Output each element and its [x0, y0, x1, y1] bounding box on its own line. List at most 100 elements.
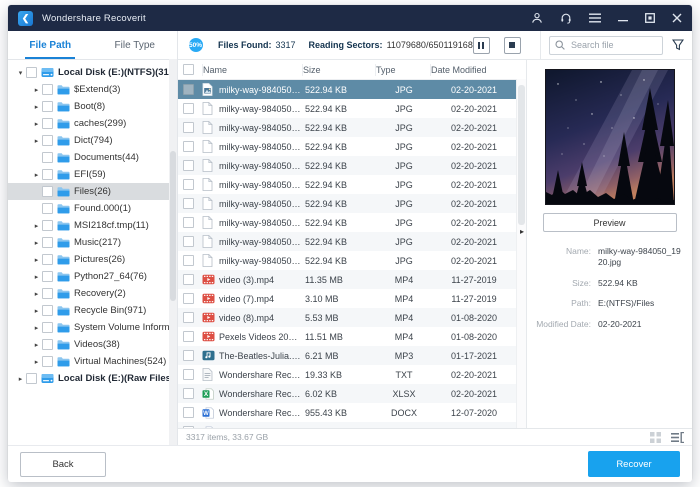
maximize-icon[interactable] [645, 13, 655, 23]
checkbox[interactable] [42, 101, 53, 112]
row-checkbox[interactable] [178, 122, 202, 133]
user-icon[interactable] [531, 12, 543, 24]
table-row-video-7-mp4[interactable]: video (7).mp4 3.10 MB MP4 11-27-2019 [178, 289, 526, 308]
tab-file-type[interactable]: File Type [93, 31, 178, 59]
tree-scrollbar-thumb[interactable] [170, 151, 176, 301]
row-checkbox[interactable] [178, 141, 202, 152]
tree-item-documents-44[interactable]: Documents(44) [8, 149, 177, 166]
close-icon[interactable] [672, 13, 682, 23]
checkbox[interactable] [42, 237, 53, 248]
tree-item-pictures-26[interactable]: ▸ Pictures(26) [8, 251, 177, 268]
tree-item-caches-299[interactable]: ▸ caches(299) [8, 115, 177, 132]
preview-thumbnail[interactable] [544, 69, 675, 205]
column-type[interactable]: Type [376, 63, 431, 76]
row-checkbox[interactable] [178, 407, 202, 418]
table-row-milky-way-984050-1920-copy-7-jpg[interactable]: milky-way-984050_1920 - Copy (7).jpg522.… [178, 213, 526, 232]
row-checkbox[interactable] [178, 255, 202, 266]
row-checkbox[interactable] [178, 217, 202, 228]
column-date-modified[interactable]: Date Modified [431, 64, 517, 76]
table-row-wondershare-recoverit-data-recovery[interactable]: W Wondershare Recoverit Data Recovery ...… [178, 403, 526, 422]
row-checkbox[interactable] [178, 369, 202, 380]
checkbox[interactable] [42, 169, 53, 180]
expand-arrow-icon[interactable]: ▸ [32, 137, 41, 145]
tree-item-found-000-1[interactable]: Found.000(1) [8, 200, 177, 217]
tree-item-boot-8[interactable]: ▸ Boot(8) [8, 98, 177, 115]
table-row-milky-way-984050-1920-copy-5-jpg[interactable]: milky-way-984050_1920 - Copy (5).jpg522.… [178, 175, 526, 194]
table-row-video-3-mp4[interactable]: video (3).mp4 11.35 MB MP4 11-27-2019 [178, 270, 526, 289]
expand-arrow-icon[interactable]: ▸ [32, 358, 41, 366]
table-row-wondershare-recoverit-data-recovery[interactable]: WWondershare Recoverit Data Recovery162 … [178, 422, 526, 428]
expand-arrow-icon[interactable]: ▸ [32, 273, 41, 281]
row-checkbox[interactable] [178, 103, 202, 114]
expand-arrow-icon[interactable]: ▸ [16, 375, 25, 383]
checkbox[interactable] [42, 254, 53, 265]
tree-item-virtual-machines-524[interactable]: ▸ Virtual Machines(524) [8, 353, 177, 370]
tree-item-msi218cf-tmp-11[interactable]: ▸ MSI218cf.tmp(11) [8, 217, 177, 234]
expand-arrow-icon[interactable]: ▸ [32, 256, 41, 264]
expand-arrow-icon[interactable]: ▸ [32, 103, 41, 111]
table-row-milky-way-984050-1920-copy-8-jpg[interactable]: milky-way-984050_1920 - Copy (8).jpg522.… [178, 232, 526, 251]
row-checkbox[interactable] [178, 84, 202, 95]
pause-button[interactable] [472, 36, 490, 54]
table-row-milky-way-984050-1920-copy-9-jpg[interactable]: milky-way-984050_1920 - Copy (9).jpg522.… [178, 251, 526, 270]
row-checkbox[interactable] [178, 350, 202, 361]
tree-item-videos-38[interactable]: ▸ Videos(38) [8, 336, 177, 353]
tree-scrollbar[interactable] [169, 59, 177, 445]
checkbox[interactable] [42, 305, 53, 316]
checkbox[interactable] [42, 203, 53, 214]
panel-collapse-icon[interactable]: ▸ [520, 228, 524, 236]
table-row-video-8-mp4[interactable]: video (8).mp4 5.53 MB MP4 01-08-2020 [178, 308, 526, 327]
table-scrollbar-thumb[interactable] [518, 85, 525, 225]
expand-arrow-icon[interactable]: ▾ [16, 69, 25, 77]
table-row-pexels-videos-2034096-mp4[interactable]: Pexels Videos 2034096.mp411.51 MB MP4 01-0… [178, 327, 526, 346]
tree-item-music-217[interactable]: ▸ Music(217) [8, 234, 177, 251]
checkbox[interactable] [42, 339, 53, 350]
table-row-milky-way-984050-1920-copy-2-jpg[interactable]: milky-way-984050_1920 - Copy (2).jpg522.… [178, 118, 526, 137]
search-input[interactable] [569, 39, 657, 51]
row-checkbox[interactable] [178, 293, 202, 304]
expand-arrow-icon[interactable]: ▸ [32, 290, 41, 298]
table-row-wondershare-recoverit-txt[interactable]: Wondershare Recoverit.txt19.33 KB TXT 02-2… [178, 365, 526, 384]
row-checkbox[interactable] [178, 312, 202, 323]
checkbox[interactable] [42, 220, 53, 231]
table-row-milky-way-984050-1920-copy-6-jpg[interactable]: milky-way-984050_1920 - Copy (6).jpg522.… [178, 194, 526, 213]
checkbox[interactable] [42, 186, 53, 197]
tree-item-local-disk-e-raw-files-163[interactable]: ▸ Local Disk (E:)(Raw Files)(163) [8, 370, 177, 387]
row-checkbox[interactable] [178, 388, 202, 399]
checkbox[interactable] [42, 356, 53, 367]
checkbox[interactable] [42, 135, 53, 146]
checkbox[interactable] [42, 118, 53, 129]
tree-item-python27-64-76[interactable]: ▸ Python27_64(76) [8, 268, 177, 285]
support-icon[interactable] [560, 12, 572, 24]
column-size[interactable]: Size [303, 63, 376, 76]
tree-item-files-26[interactable]: Files(26) [8, 183, 177, 200]
expand-arrow-icon[interactable]: ▸ [32, 341, 41, 349]
column-name[interactable]: Name [203, 63, 303, 76]
tab-file-path[interactable]: File Path [8, 31, 93, 59]
checkbox[interactable] [42, 152, 53, 163]
filter-icon[interactable] [672, 39, 684, 51]
row-checkbox[interactable] [178, 198, 202, 209]
row-checkbox[interactable] [178, 236, 202, 247]
table-scrollbar[interactable] [516, 79, 526, 428]
checkbox[interactable] [42, 322, 53, 333]
tree-item-local-disk-e-ntfs-3154[interactable]: ▾ Local Disk (E:)(NTFS)(3154) [8, 64, 177, 81]
expand-arrow-icon[interactable]: ▸ [32, 324, 41, 332]
table-row-milky-way-984050-1920-copy-jpg[interactable]: milky-way-984050_1920 - Copy.jpg522.94 K… [178, 99, 526, 118]
expand-arrow-icon[interactable]: ▸ [32, 307, 41, 315]
stop-button[interactable] [503, 36, 521, 54]
row-checkbox[interactable] [178, 274, 202, 285]
checkbox[interactable] [42, 271, 53, 282]
back-button[interactable]: Back [20, 451, 106, 477]
tree-item-recovery-2[interactable]: ▸ Recovery(2) [8, 285, 177, 302]
table-row-milky-way-984050-1920-copy-3-jpg[interactable]: milky-way-984050_1920 - Copy (3).jpg522.… [178, 137, 526, 156]
expand-arrow-icon[interactable]: ▸ [32, 222, 41, 230]
menu-icon[interactable] [589, 13, 601, 23]
list-view-icon[interactable] [671, 431, 684, 443]
grid-view-icon[interactable] [650, 431, 661, 443]
row-checkbox[interactable] [178, 179, 202, 190]
checkbox[interactable] [26, 67, 37, 78]
expand-arrow-icon[interactable]: ▸ [32, 171, 41, 179]
minimize-icon[interactable] [618, 13, 628, 23]
table-row-milky-way-984050-1920-copy-4-jpg[interactable]: milky-way-984050_1920 - Copy (4).jpg522.… [178, 156, 526, 175]
